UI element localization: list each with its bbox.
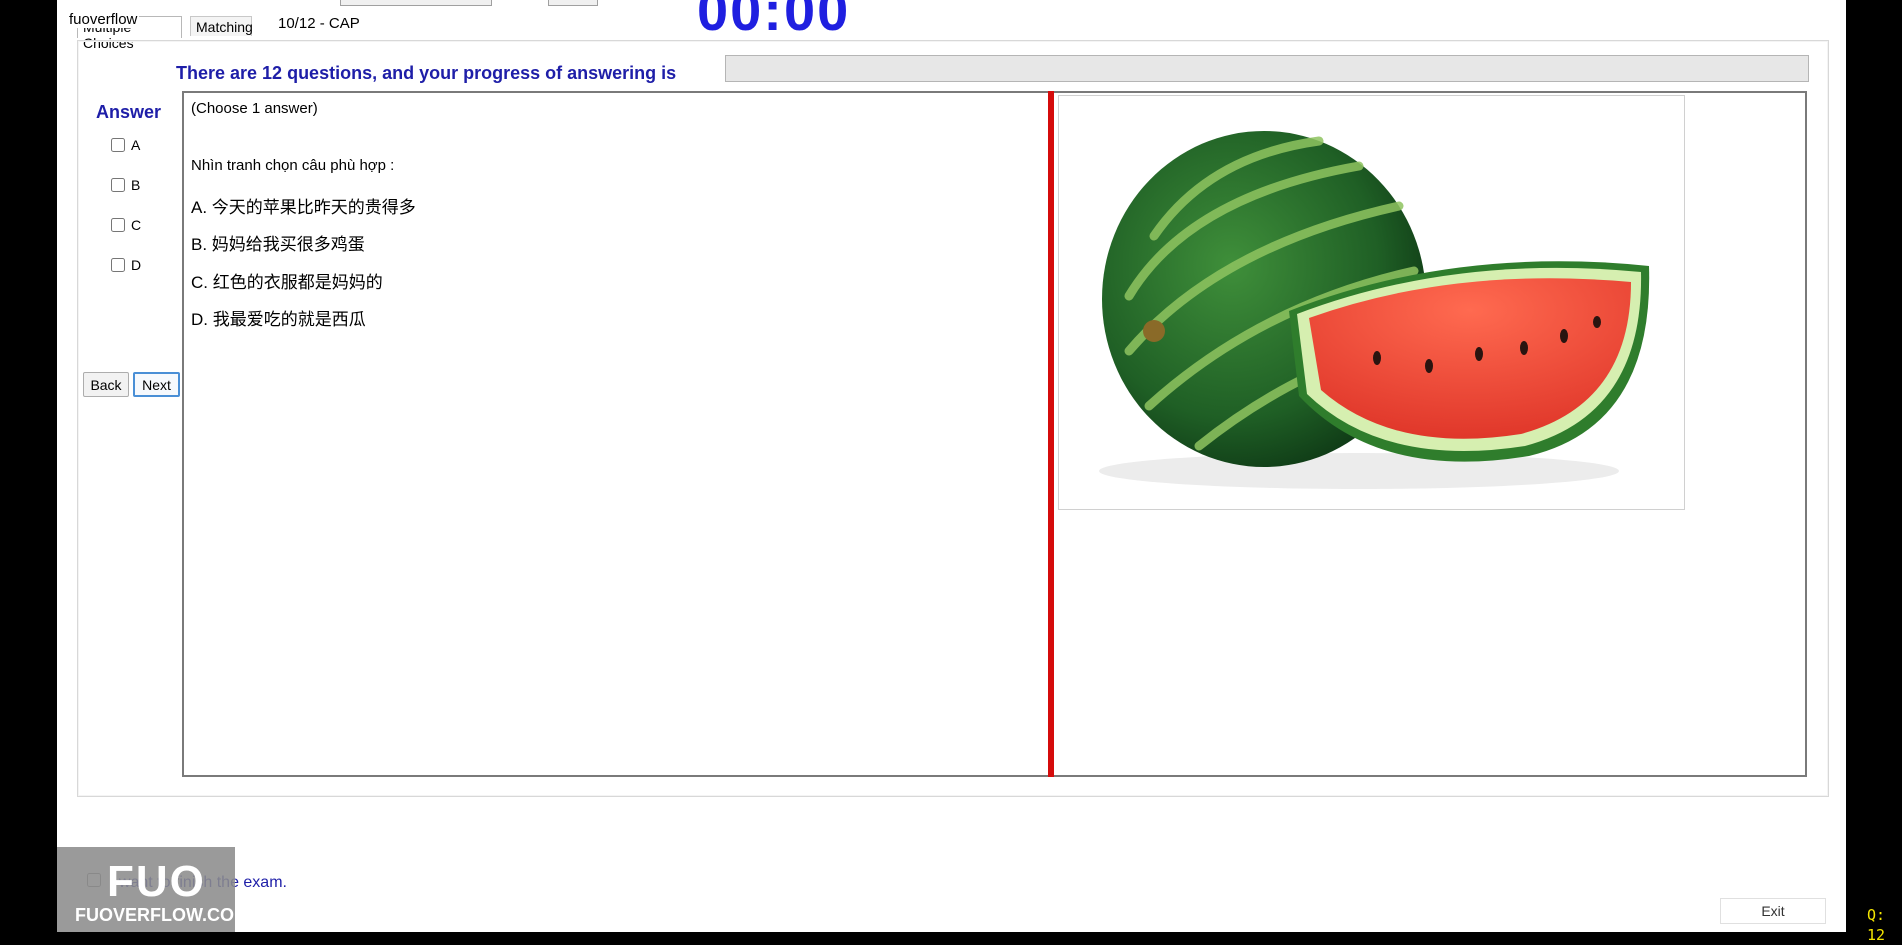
answer-option-label: C <box>131 217 142 233</box>
timer-display: 00:00 <box>697 0 851 42</box>
next-button[interactable]: Next <box>133 372 180 397</box>
answer-checkbox-a[interactable] <box>111 138 125 152</box>
question-prompt: Nhìn tranh chọn câu phù hợp : <box>191 157 395 174</box>
answer-option-label: A <box>131 137 141 153</box>
answer-checkbox-c[interactable] <box>111 218 125 232</box>
question-choice-a: A. 今天的苹果比昨天的贵得多 <box>191 198 416 217</box>
answer-title: Answer <box>96 102 162 122</box>
tab-matching[interactable]: Matching <box>190 16 253 36</box>
question-choice-b: B. 妈妈给我买很多鸡蛋 <box>191 235 365 254</box>
answer-option-c[interactable]: C <box>111 217 141 233</box>
top-spinner[interactable] <box>548 0 598 6</box>
exam-code: 10/12 - CAP <box>278 15 360 32</box>
watermark-label: fuoverflow <box>67 11 140 28</box>
exit-button[interactable]: Exit <box>1720 898 1826 924</box>
watermelon-icon <box>1099 131 1650 489</box>
progress-label: There are 12 questions, and your progres… <box>176 63 677 83</box>
exam-window: 00:00 fuoverflow Multiple Choices Matchi… <box>57 0 1846 932</box>
answer-option-a[interactable]: A <box>111 137 140 153</box>
question-choice-c: C. 红色的衣服都是妈妈的 <box>191 273 383 292</box>
logo-text: FUOVERFLOW.COM <box>75 905 249 925</box>
answer-option-label: B <box>131 177 141 193</box>
back-button[interactable]: Back <box>83 372 129 397</box>
answer-checkbox-b[interactable] <box>111 178 125 192</box>
question-count: Q: 12 <box>1854 905 1898 944</box>
question-choice-d: D. 我最爱吃的就是西瓜 <box>191 310 366 329</box>
top-field[interactable] <box>340 0 492 6</box>
question-instruction: (Choose 1 answer) <box>191 100 318 117</box>
question-image <box>1058 95 1685 510</box>
answer-option-label: D <box>131 257 142 273</box>
logo-mark: FUO <box>107 857 206 906</box>
answer-checkbox-d[interactable] <box>111 258 125 272</box>
answer-option-b[interactable]: B <box>111 177 140 193</box>
brand-logo: FUO FUOVERFLOW.COM <box>57 847 249 932</box>
progress-bar <box>725 55 1809 82</box>
answer-option-d[interactable]: D <box>111 257 141 273</box>
